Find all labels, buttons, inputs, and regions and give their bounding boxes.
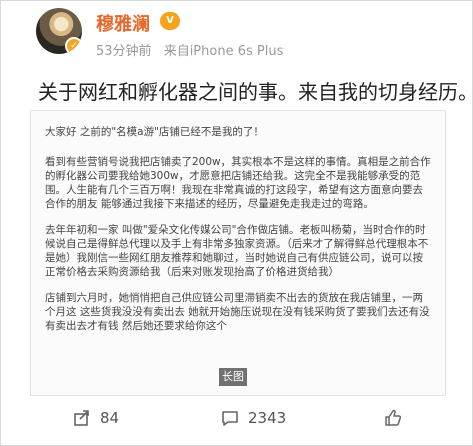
share-icon bbox=[74, 410, 89, 426]
comment-icon bbox=[222, 411, 238, 426]
card-paragraph-2: 去年年初和一家 叫做"爱朵文化传媒公司"合作做店铺。老板叫杨菊，当时合作的时候说… bbox=[45, 224, 429, 278]
share-action[interactable]: 84 bbox=[72, 408, 119, 428]
post-source: 来自iPhone 6s Plus bbox=[163, 44, 284, 59]
long-image-tag[interactable]: 长图 bbox=[219, 368, 247, 386]
post-time: 53分钟前 bbox=[96, 44, 152, 59]
verified-badge-icon: ✓ bbox=[65, 37, 82, 54]
post-meta: 53分钟前 来自iPhone 6s Plus bbox=[96, 40, 291, 59]
avatar[interactable]: ✓ bbox=[36, 8, 82, 54]
thumbs-up-icon bbox=[385, 409, 402, 426]
action-bar: 84 2343 bbox=[0, 400, 473, 444]
username[interactable]: 穆雅澜 bbox=[96, 10, 150, 36]
card-paragraph-1: 看到有些营销号说我把店铺卖了200w，其实根本不是这样的事情。真相是之前合作的孵… bbox=[45, 156, 431, 210]
card-greeting: 大家好 之前的"名模a游"店铺已经不是我的了！ bbox=[45, 126, 264, 138]
comment-count: 2343 bbox=[248, 409, 287, 427]
share-count: 84 bbox=[100, 409, 120, 427]
like-action[interactable] bbox=[383, 408, 411, 428]
card-paragraph-3: 店铺到六月时，她悄悄把自己供应链公司里滞销卖不出去的货放在我店铺里，一两个月这 … bbox=[45, 292, 430, 332]
long-image-card[interactable]: 大家好 之前的"名模a游"店铺已经不是我的了！ 看到有些营销号说我把店铺卖了20… bbox=[30, 110, 446, 396]
comment-action[interactable]: 2343 bbox=[220, 408, 286, 428]
vip-badge: V bbox=[160, 12, 180, 30]
post-headline: 关于网红和孵化器之间的事。来自我的切身经历。 bbox=[38, 80, 473, 104]
long-image-text: 大家好 之前的"名模a游"店铺已经不是我的了！ 看到有些营销号说我把店铺卖了20… bbox=[45, 125, 433, 345]
